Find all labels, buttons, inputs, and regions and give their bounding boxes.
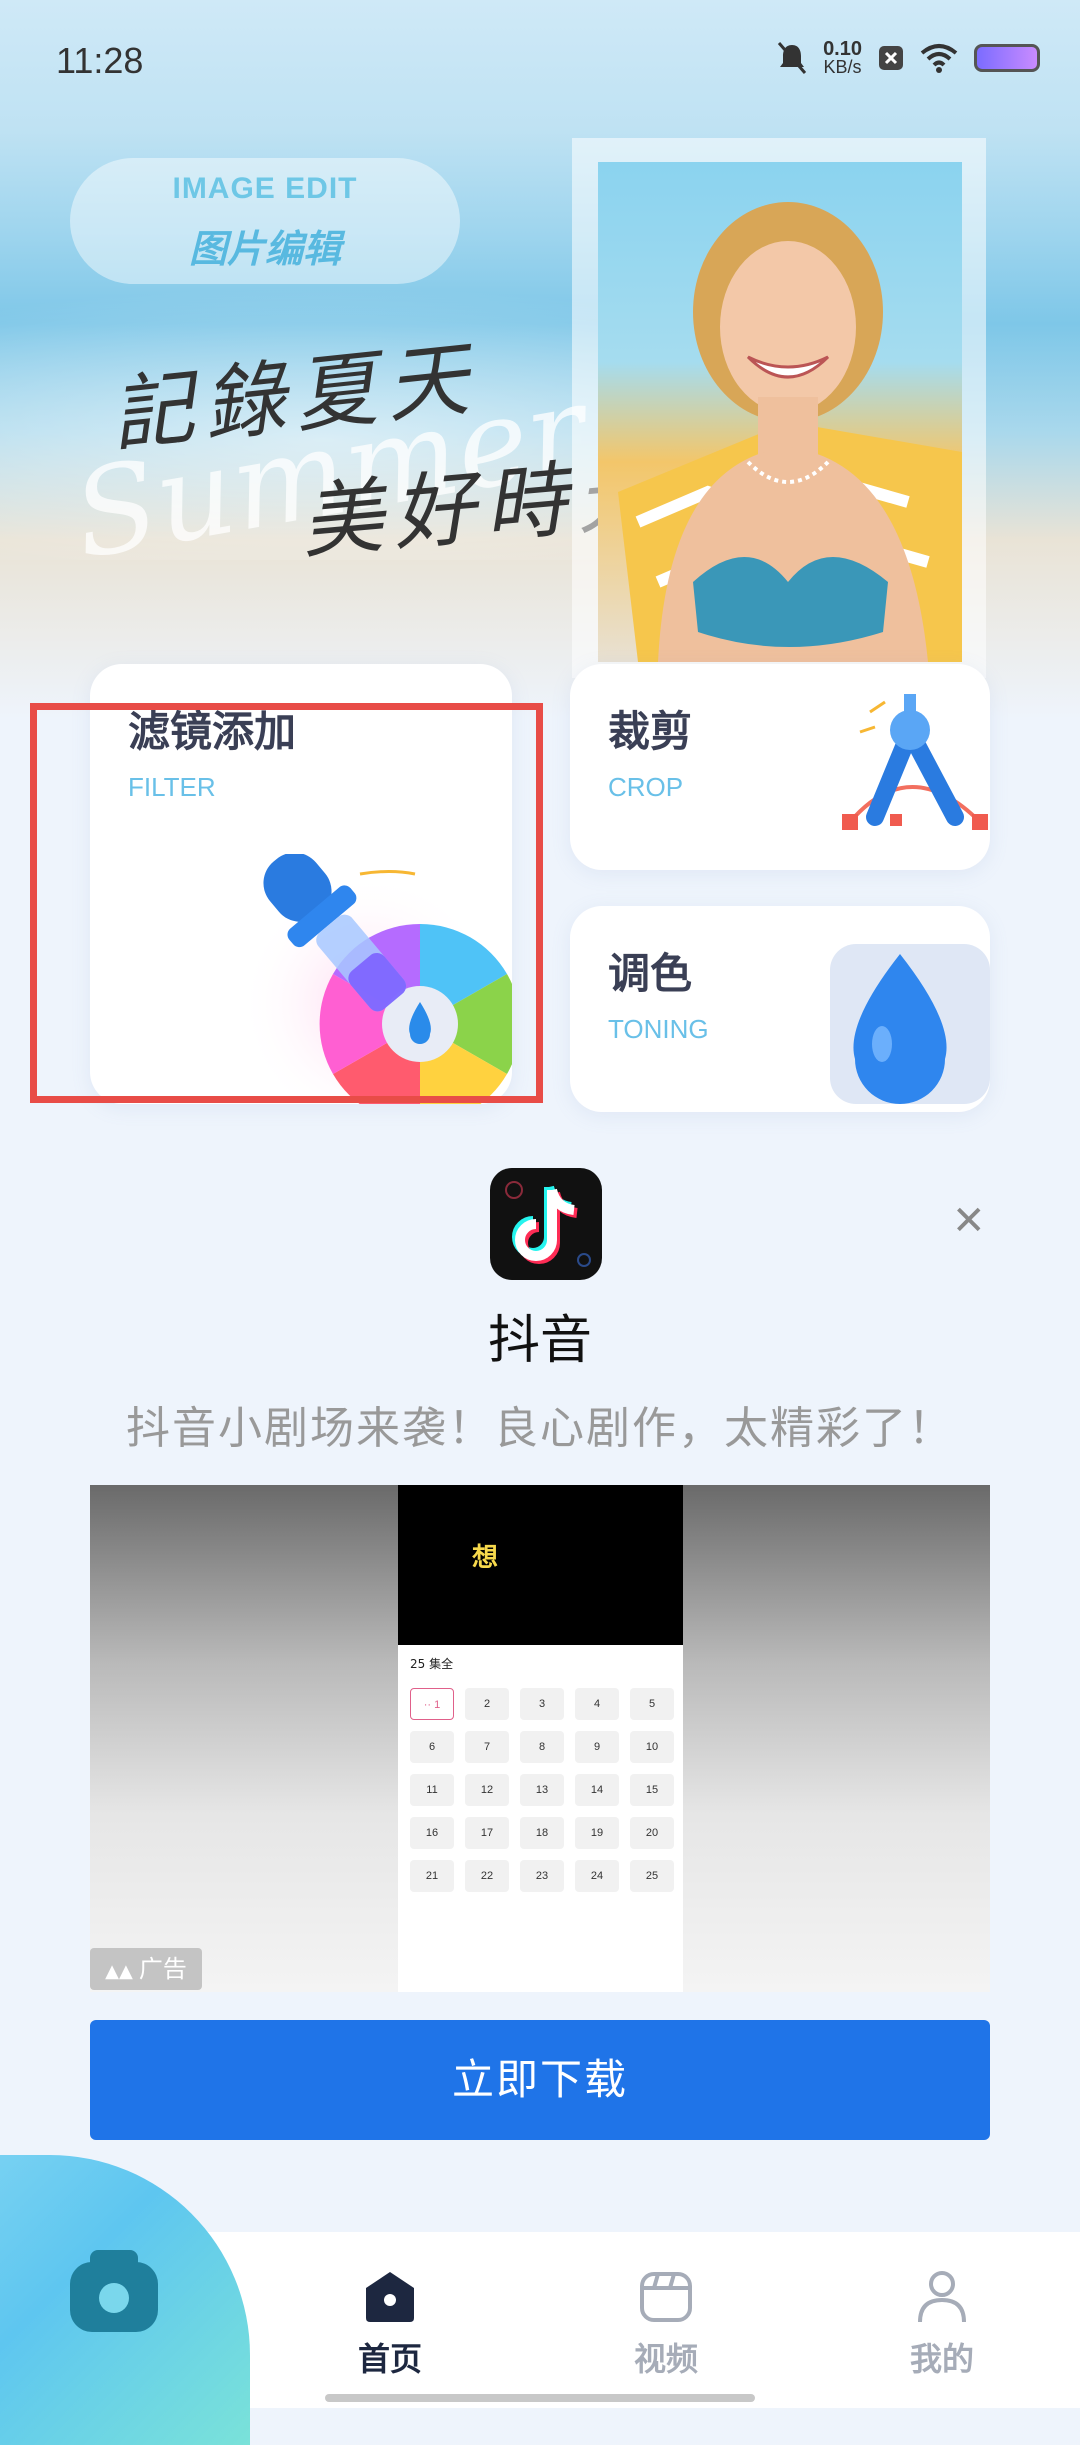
badge-chinese: 图片编辑 bbox=[188, 227, 341, 271]
nav-profile[interactable]: 我的 bbox=[852, 2268, 1032, 2380]
episode-item: 13 bbox=[520, 1774, 564, 1806]
ad-app-name: 抖音 bbox=[487, 1311, 592, 1371]
episode-item: 5 bbox=[630, 1688, 674, 1720]
video-caption: 想 bbox=[472, 1543, 499, 1573]
compass-crop-icon bbox=[842, 694, 988, 830]
person-icon bbox=[918, 2271, 966, 2323]
toning-card[interactable]: 调色 TONING bbox=[570, 906, 990, 1112]
notification-x-icon bbox=[879, 46, 903, 70]
home-indicator[interactable] bbox=[325, 2394, 755, 2402]
nav-video-label: 视频 bbox=[633, 2340, 698, 2378]
episode-item: ·· 1 bbox=[410, 1688, 454, 1720]
nav-home-label: 首页 bbox=[357, 2340, 422, 2378]
episode-item: 20 bbox=[630, 1817, 674, 1849]
ad-phone-screenshot: 想 25 集全 ·· 1 2 3 4 5 6 7 8 9 10 11 12 13… bbox=[398, 1485, 683, 1992]
water-drop-icon bbox=[830, 944, 990, 1104]
episode-item: 25 bbox=[630, 1860, 674, 1892]
bell-muted-icon bbox=[777, 42, 807, 74]
toning-subtitle: TONING bbox=[608, 1014, 709, 1044]
nav-home[interactable]: 首页 bbox=[300, 2268, 480, 2380]
filter-highlight-box bbox=[30, 703, 543, 1103]
camera-icon bbox=[70, 2250, 158, 2332]
episode-item: 11 bbox=[410, 1774, 454, 1806]
episode-item: 7 bbox=[465, 1731, 509, 1763]
episode-item: 2 bbox=[465, 1688, 509, 1720]
episode-item: 24 bbox=[575, 1860, 619, 1892]
status-time: 11:28 bbox=[56, 40, 144, 81]
episode-item: 8 bbox=[520, 1731, 564, 1763]
episode-header: 25 集全 bbox=[410, 1657, 454, 1671]
episode-item: 10 bbox=[630, 1731, 674, 1763]
episode-item: 9 bbox=[575, 1731, 619, 1763]
crop-card[interactable]: 裁剪 CROP bbox=[570, 664, 990, 870]
status-icons: 0.10 KB/s bbox=[777, 38, 1040, 77]
episode-item: 3 bbox=[520, 1688, 564, 1720]
status-bar: 11:28 0.10 KB/s bbox=[0, 0, 1080, 120]
episode-item: 15 bbox=[630, 1774, 674, 1806]
ad-description: 抖音小剧场来袭！良心剧作，太精彩了！ bbox=[126, 1403, 954, 1454]
toning-title: 调色 bbox=[608, 949, 693, 998]
hero-photo bbox=[598, 162, 962, 662]
episode-item: 23 bbox=[520, 1860, 564, 1892]
wifi-icon bbox=[920, 44, 958, 73]
ad-logo-icon: ▲▲ bbox=[105, 1961, 133, 1982]
crop-title: 裁剪 bbox=[608, 707, 693, 756]
episode-grid: ·· 1 2 3 4 5 6 7 8 9 10 11 12 13 14 15 1… bbox=[410, 1688, 674, 1892]
badge-english: IMAGE EDIT bbox=[172, 172, 358, 205]
net-speed: 0.10 KB/s bbox=[823, 38, 862, 77]
episode-item: 21 bbox=[410, 1860, 454, 1892]
episode-item: 14 bbox=[575, 1774, 619, 1806]
battery-icon bbox=[974, 44, 1040, 72]
episode-item: 18 bbox=[520, 1817, 564, 1849]
episode-item: 22 bbox=[465, 1860, 509, 1892]
episode-item: 19 bbox=[575, 1817, 619, 1849]
episode-item: 17 bbox=[465, 1817, 509, 1849]
video-frame: 想 bbox=[398, 1485, 683, 1645]
tiktok-note-icon bbox=[505, 1181, 591, 1267]
episode-item: 6 bbox=[410, 1731, 454, 1763]
crop-subtitle: CROP bbox=[608, 772, 684, 802]
ad-media[interactable]: 想 25 集全 ·· 1 2 3 4 5 6 7 8 9 10 11 12 13… bbox=[90, 1485, 990, 1992]
home-icon bbox=[366, 2272, 414, 2322]
episode-item: 4 bbox=[575, 1688, 619, 1720]
nav-video[interactable]: 视频 bbox=[576, 2268, 756, 2380]
episode-item: 16 bbox=[410, 1817, 454, 1849]
douyin-app-icon[interactable] bbox=[490, 1168, 602, 1280]
download-button[interactable]: 立即下载 bbox=[90, 2020, 990, 2140]
camera-button[interactable] bbox=[68, 2244, 160, 2336]
close-icon[interactable]: ✕ bbox=[952, 1198, 986, 1244]
video-icon bbox=[640, 2272, 692, 2322]
nav-profile-label: 我的 bbox=[909, 2340, 974, 2378]
episode-item: 12 bbox=[465, 1774, 509, 1806]
ad-label: ▲▲ 广告 bbox=[90, 1948, 202, 1990]
